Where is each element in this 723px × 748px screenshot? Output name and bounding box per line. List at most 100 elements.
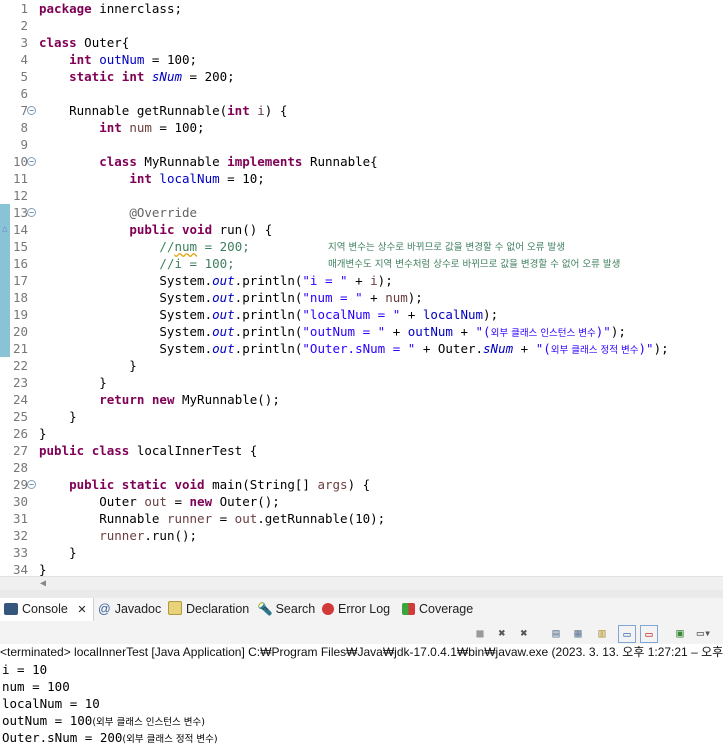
word-wrap-icon[interactable]: ▥ (594, 625, 610, 641)
code-token: = 200; (182, 69, 235, 84)
code-line[interactable]: 6 (0, 85, 723, 102)
code-token: int (121, 69, 145, 84)
code-line[interactable]: 17 System.out.println("i = " + i); (0, 272, 723, 289)
code-token: int (99, 120, 122, 135)
close-icon[interactable]: ✕ (77, 604, 86, 616)
code-line[interactable]: 19 System.out.println("localNum = " + lo… (0, 306, 723, 323)
fold-toggle-icon[interactable]: − (27, 106, 36, 115)
code-token: = 10; (219, 171, 265, 186)
code-line[interactable]: 33 } (0, 544, 723, 561)
code-line[interactable]: 20 System.out.println("outNum = " + outN… (0, 323, 723, 340)
code-line[interactable]: 34} (0, 561, 723, 576)
console-output-korean: (외부 클래스 정적 변수) (122, 734, 218, 745)
show-stderr-icon[interactable]: ▭ (640, 625, 658, 643)
code-text: @Override (39, 204, 197, 221)
code-line[interactable]: 4 int outNum = 100; (0, 51, 723, 68)
scroll-lock-icon[interactable]: ▦ (570, 625, 586, 641)
code-line[interactable]: 3 class Outer{ (0, 34, 723, 51)
remove-launch-icon[interactable]: ✖ (494, 625, 510, 641)
code-line[interactable]: 32 runner.run(); (0, 527, 723, 544)
code-editor[interactable]: 1 package innerclass; 2 3 class Outer{4 int … (0, 0, 723, 576)
code-line[interactable]: 2 (0, 17, 723, 34)
code-line[interactable]: 23 } (0, 374, 723, 391)
code-line[interactable]: 28 (0, 459, 723, 476)
line-number: 12 (12, 188, 28, 203)
code-line[interactable]: 16 //i = 100; 매개변수도 지역 변수처럼 상수로 바뀌므로 값을 변… (0, 255, 723, 272)
code-line[interactable]: 8 int num = 100; (0, 119, 723, 136)
tab-coverage[interactable]: Coverage (402, 598, 473, 621)
code-token: "num = " (302, 290, 363, 305)
code-token: ) { (347, 477, 371, 492)
code-text: System.out.println("num = " + num); (39, 289, 422, 306)
code-token: static (69, 69, 115, 84)
code-token: class (91, 443, 130, 458)
code-line[interactable]: 29− public static void main(String[] arg… (0, 476, 723, 493)
code-token: localInnerTest { (129, 443, 258, 458)
code-token: runner (166, 511, 213, 526)
tab-declaration[interactable]: Declaration (168, 598, 249, 621)
fold-toggle-icon[interactable]: − (27, 157, 36, 166)
code-line[interactable]: 11 int localNum = 10; (0, 170, 723, 187)
code-token: ) { (264, 103, 288, 118)
tab-error-log[interactable]: Error Log (322, 598, 390, 621)
code-line[interactable]: 31 Runnable runner = out.getRunnable(10)… (0, 510, 723, 527)
line-number: 17 (12, 273, 28, 288)
code-line[interactable]: 10− class MyRunnable implements Runnable… (0, 153, 723, 170)
line-number: 25 (12, 409, 28, 424)
code-line[interactable]: 9 (0, 136, 723, 153)
console-output[interactable]: <terminated> localInnerTest [Java Applic… (0, 644, 723, 745)
code-token: .println( (234, 307, 303, 322)
code-token: System. (39, 324, 213, 339)
code-line[interactable]: 7− Runnable getRunnable(int i) { (0, 102, 723, 119)
code-token: out (212, 273, 235, 288)
show-stdout-icon[interactable]: ▭ (618, 625, 636, 643)
line-number: 24 (12, 392, 28, 407)
code-line[interactable]: 22 } (0, 357, 723, 374)
tab-javadoc[interactable]: @ Javadoc (98, 598, 161, 621)
terminated-header: <terminated> localInnerTest [Java Applic… (0, 645, 723, 659)
line-number: 3 (20, 35, 28, 50)
code-token: i (257, 103, 265, 118)
code-line[interactable]: 1 package innerclass; (0, 0, 723, 17)
fold-toggle-icon[interactable]: − (27, 480, 36, 489)
code-line[interactable]: △ 14 public void run() { (0, 221, 723, 238)
code-line[interactable]: 30 Outer out = new Outer(); (0, 493, 723, 510)
code-line[interactable]: 5 static int sNum = 200; (0, 68, 723, 85)
tab-console[interactable]: Console ✕ (0, 598, 94, 621)
code-token: public (129, 222, 175, 237)
code-token: 외부 클래스 인스턴스 변수 (490, 328, 596, 339)
scroll-left-icon[interactable]: ◀ (40, 578, 46, 589)
terminate-icon[interactable]: ■ (472, 625, 488, 641)
fold-toggle-icon[interactable]: − (27, 208, 36, 217)
code-line[interactable]: 27 public class localInnerTest { (0, 442, 723, 459)
console-output-text: outNum = 100 (2, 713, 93, 728)
remove-all-launches-icon[interactable]: ✖ (516, 625, 532, 641)
code-line[interactable]: 24 return new MyRunnable(); (0, 391, 723, 408)
pin-console-icon[interactable]: ▣ (672, 625, 688, 641)
code-text: //i = 100; (39, 255, 234, 272)
code-line[interactable]: 26} (0, 425, 723, 442)
code-token: num (385, 290, 408, 305)
code-text: class Outer{ (39, 34, 129, 51)
open-console-icon[interactable]: ▭▾ (696, 625, 712, 641)
code-token: + (513, 341, 536, 356)
code-line[interactable]: 12 (0, 187, 723, 204)
horizontal-scrollbar[interactable]: ◀ (0, 576, 723, 591)
line-number: 5 (20, 69, 28, 84)
code-line[interactable]: 13− @Override (0, 204, 723, 221)
code-line[interactable]: 21 System.out.println("Outer.sNum = " + … (0, 340, 723, 357)
code-line[interactable]: 25 } (0, 408, 723, 425)
code-token: sNum (483, 341, 514, 356)
console-output-line: Outer.sNum = 200(외부 클래스 정적 변수) (2, 729, 218, 748)
code-line[interactable]: 18 System.out.println("num = " + num); (0, 289, 723, 306)
code-text: public void run() { (39, 221, 272, 238)
code-token: ); (610, 324, 626, 339)
code-line[interactable]: 15 //num = 200; 지역 변수는 상수로 바뀌므로 값을 변경할 수 … (0, 238, 723, 255)
code-token: MyRunnable(); (174, 392, 280, 407)
tab-search[interactable]: 🔦 Search (257, 598, 315, 621)
clear-console-icon[interactable]: ▤ (548, 625, 564, 641)
code-token: "Outer.sNum = " (302, 341, 416, 356)
